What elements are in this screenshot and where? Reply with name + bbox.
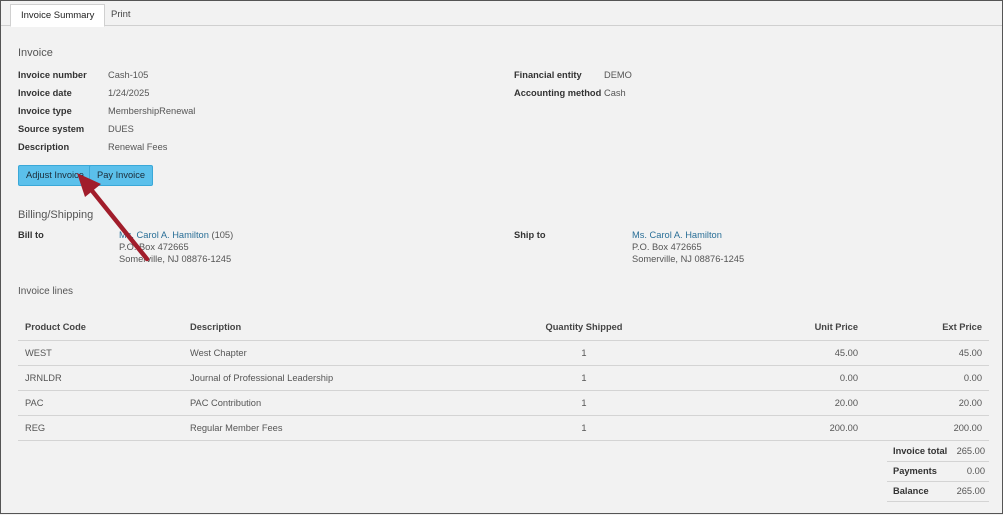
payments-label: Payments [893, 466, 937, 476]
invoice-number-label: Invoice number [18, 70, 87, 80]
table-row: JRNLDR Journal of Professional Leadershi… [18, 365, 989, 391]
balance-value: 265.00 [956, 486, 985, 496]
cell-unit-price: 0.00 [651, 365, 865, 391]
ship-to-line1: P.O. Box 472665 [632, 241, 702, 252]
cell-ext-price: 200.00 [865, 415, 989, 441]
cell-quantity: 1 [517, 390, 651, 416]
invoice-total-value: 265.00 [956, 446, 985, 456]
col-ext-price[interactable]: Ext Price [865, 314, 989, 341]
tab-invoice-summary[interactable]: Invoice Summary [10, 4, 106, 27]
bill-to-address: Ms. Carol A. Hamilton (105) P.O. Box 472… [119, 230, 233, 265]
payments-row: Payments 0.00 [887, 462, 989, 482]
table-row: REG Regular Member Fees 1 200.00 200.00 [18, 415, 989, 441]
bill-to-line1: P.O. Box 472665 [119, 241, 189, 252]
cell-unit-price: 200.00 [651, 415, 865, 441]
col-unit-price[interactable]: Unit Price [651, 314, 865, 341]
invoice-total-row: Invoice total 265.00 [887, 442, 989, 462]
cell-unit-price: 20.00 [651, 390, 865, 416]
ship-to-name-link[interactable]: Ms. Carol A. Hamilton [632, 230, 722, 240]
invoice-type-label: Invoice type [18, 106, 72, 116]
payments-value: 0.00 [966, 466, 985, 476]
description-label: Description [18, 142, 70, 152]
bill-to-name-link[interactable]: Ms. Carol A. Hamilton [119, 230, 209, 240]
financial-entity-value: DEMO [604, 70, 632, 80]
table-header-row: Product Code Description Quantity Shippe… [18, 314, 989, 341]
ship-to-line2: Somerville, NJ 08876-1245 [632, 253, 745, 264]
cell-product-code: REG [18, 415, 183, 441]
table-row: WEST West Chapter 1 45.00 45.00 [18, 340, 989, 366]
invoice-totals: Invoice total 265.00 Payments 0.00 Balan… [887, 442, 989, 502]
adjust-invoice-button[interactable]: Adjust Invoice [18, 165, 92, 186]
invoice-date-label: Invoice date [18, 88, 72, 98]
pay-invoice-button[interactable]: Pay Invoice [89, 165, 154, 186]
cell-description: Journal of Professional Leadership [183, 365, 517, 391]
tab-print[interactable]: Print [101, 4, 141, 25]
financial-entity-label: Financial entity [514, 70, 582, 80]
col-description[interactable]: Description [183, 314, 517, 341]
cell-description: PAC Contribution [183, 390, 517, 416]
cell-ext-price: 20.00 [865, 390, 989, 416]
cell-description: West Chapter [183, 340, 517, 366]
cell-product-code: WEST [18, 340, 183, 366]
cell-description: Regular Member Fees [183, 415, 517, 441]
cell-product-code: JRNLDR [18, 365, 183, 391]
invoice-date-value: 1/24/2025 [108, 88, 150, 98]
invoice-number-value: Cash-105 [108, 70, 149, 80]
invoice-heading: Invoice [18, 47, 53, 59]
bill-to-id: (105) [211, 230, 234, 240]
cell-ext-price: 45.00 [865, 340, 989, 366]
cell-quantity: 1 [517, 365, 651, 391]
table-row: PAC PAC Contribution 1 20.00 20.00 [18, 390, 989, 416]
accounting-method-label: Accounting method [514, 88, 602, 98]
cell-quantity: 1 [517, 340, 651, 366]
ship-to-address: Ms. Carol A. Hamilton P.O. Box 472665 So… [632, 230, 744, 265]
cell-unit-price: 45.00 [651, 340, 865, 366]
col-quantity-shipped[interactable]: Quantity Shipped [517, 314, 651, 341]
cell-ext-price: 0.00 [865, 365, 989, 391]
cell-quantity: 1 [517, 415, 651, 441]
ship-to-label: Ship to [514, 230, 546, 240]
source-system-value: DUES [108, 124, 134, 134]
invoice-lines-table: Product Code Description Quantity Shippe… [18, 314, 989, 441]
invoice-total-label: Invoice total [893, 446, 948, 456]
cell-product-code: PAC [18, 390, 183, 416]
invoice-lines-heading: Invoice lines [18, 286, 74, 297]
invoice-type-value: MembershipRenewal [108, 106, 196, 116]
col-product-code[interactable]: Product Code [18, 314, 183, 341]
balance-row: Balance 265.00 [887, 482, 989, 502]
balance-label: Balance [893, 486, 929, 496]
bill-to-line2: Somerville, NJ 08876-1245 [119, 253, 232, 264]
source-system-label: Source system [18, 124, 85, 134]
bill-to-label: Bill to [18, 230, 44, 240]
description-value: Renewal Fees [108, 142, 168, 152]
accounting-method-value: Cash [604, 88, 626, 98]
billing-shipping-heading: Billing/Shipping [18, 209, 94, 221]
tab-bar: Invoice Summary Print [1, 1, 1002, 27]
